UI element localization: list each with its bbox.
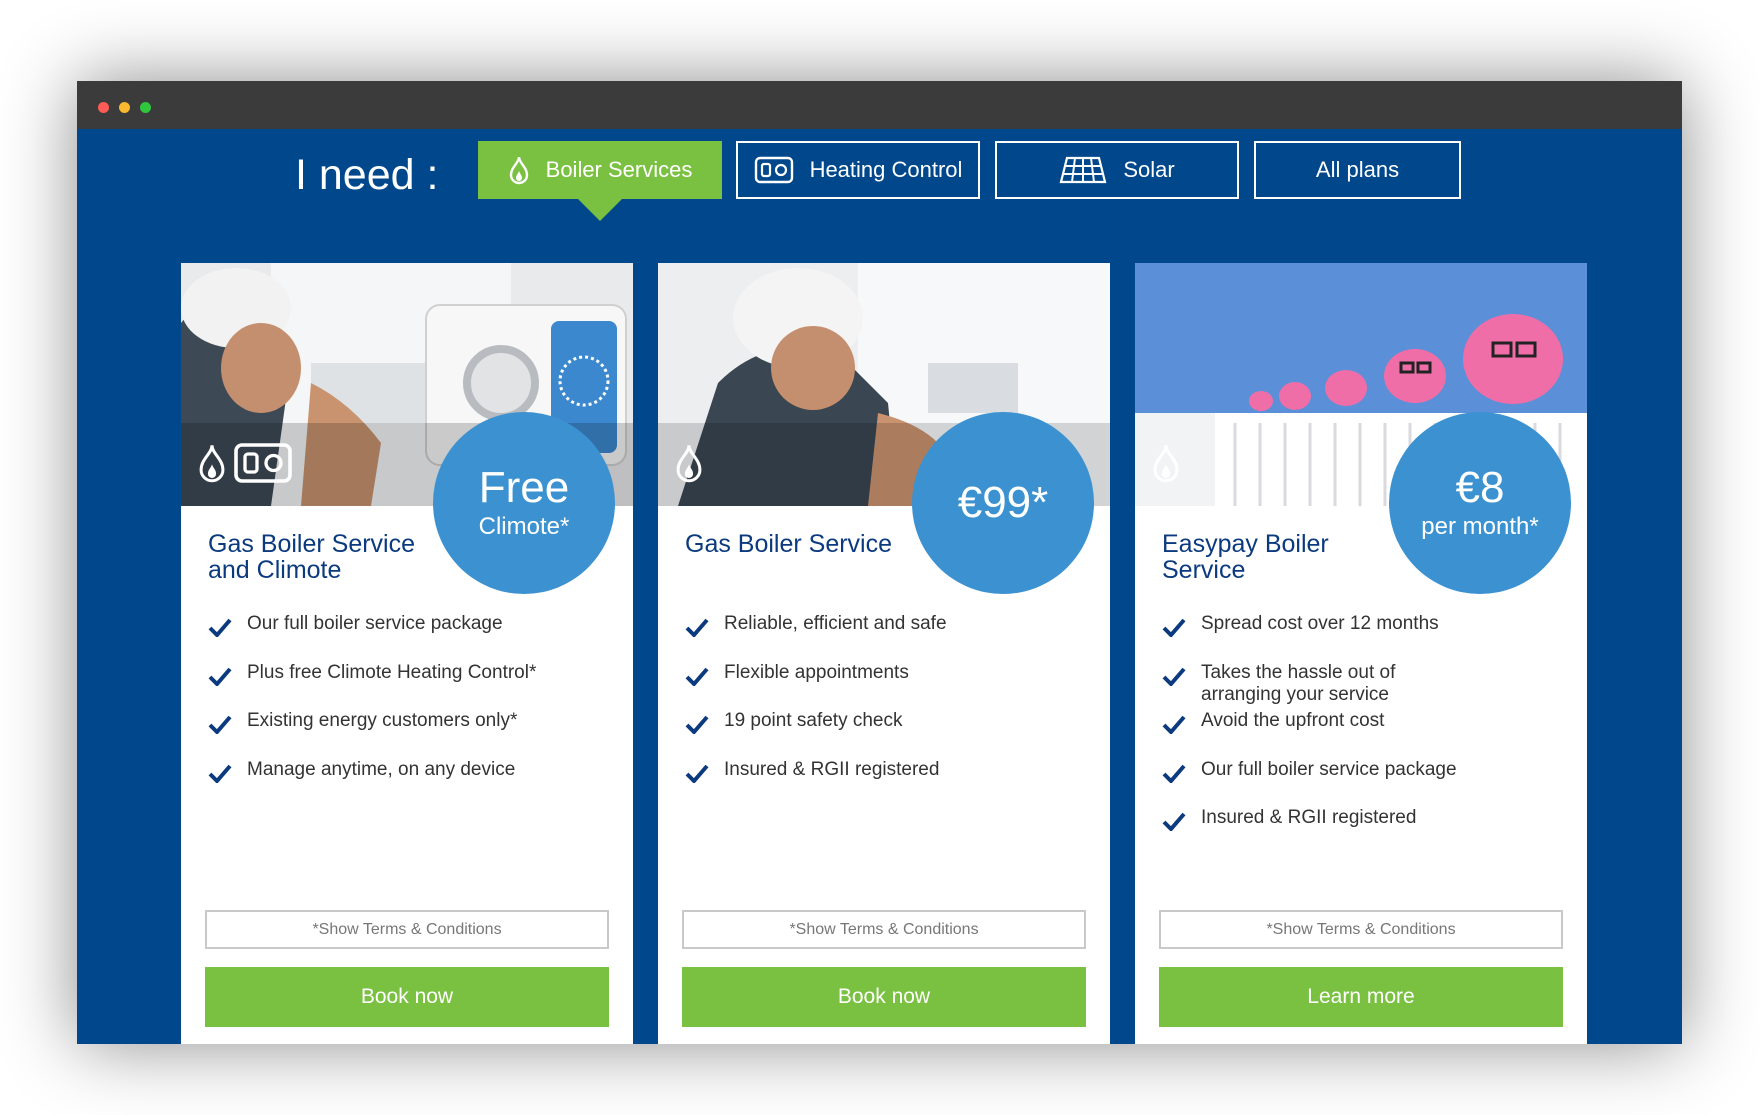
book-now-button[interactable]: Book now — [205, 967, 609, 1027]
solar-panel-icon — [1059, 156, 1107, 184]
checkmark-icon — [208, 617, 232, 643]
checkmark-icon — [685, 714, 709, 740]
card-title: Easypay Boiler Service — [1162, 530, 1329, 584]
minimize-window-dot[interactable] — [119, 102, 130, 113]
tab-solar[interactable]: Solar — [995, 141, 1239, 199]
thermostat-control-icon — [233, 441, 293, 485]
price-sub: per month* — [1421, 513, 1539, 540]
feature-item: Our full boiler service package — [208, 613, 608, 662]
feature-item: Insured & RGII registered — [685, 759, 1085, 808]
window-titlebar — [77, 81, 1682, 129]
card-icons — [197, 441, 293, 485]
feature-label: Plus free Climote Heating Control* — [247, 661, 537, 683]
checkmark-icon — [1162, 666, 1186, 692]
tab-label: Heating Control — [809, 157, 963, 182]
show-terms-button[interactable]: *Show Terms & Conditions — [205, 910, 609, 949]
feature-list: Spread cost over 12 months Takes the has… — [1162, 613, 1562, 856]
flame-icon — [197, 441, 227, 485]
plan-card: Free Climote* Gas Boiler Service and Cli… — [181, 263, 633, 1044]
feature-label: Reliable, efficient and safe — [724, 613, 947, 634]
flame-icon — [1151, 441, 1181, 485]
card-title: Gas Boiler Service and Climote — [208, 530, 416, 584]
checkmark-icon — [1162, 811, 1186, 837]
tab-boiler-services[interactable]: Boiler Services — [478, 141, 722, 221]
feature-item: Our full boiler service package — [1162, 759, 1562, 808]
checkmark-icon — [208, 763, 232, 789]
price-main: €8 — [1455, 463, 1505, 512]
feature-item: Insured & RGII registered — [1162, 807, 1562, 856]
checkmark-icon — [208, 666, 232, 692]
feature-item: Avoid the upfront cost — [1162, 710, 1562, 759]
feature-label: Our full boiler service package — [247, 613, 503, 634]
feature-item: 19 point safety check — [685, 710, 1085, 759]
feature-label: Existing energy customers only* — [247, 710, 518, 731]
feature-label: Manage anytime, on any device — [247, 758, 516, 780]
checkmark-icon — [208, 714, 232, 740]
plan-card: €99* Gas Boiler Service Reliable, effici… — [658, 263, 1110, 1044]
maximize-window-dot[interactable] — [140, 102, 151, 113]
feature-label: Spread cost over 12 months — [1201, 613, 1439, 634]
price-badge: Free Climote* — [433, 412, 615, 594]
checkmark-icon — [1162, 617, 1186, 643]
i-need-label: I need : — [295, 151, 439, 199]
flame-icon — [674, 441, 704, 485]
checkmark-icon — [685, 763, 709, 789]
card-icons — [674, 441, 704, 485]
tab-label: Boiler Services — [545, 157, 693, 182]
tab-label: Solar — [1123, 157, 1175, 182]
book-now-button[interactable]: Book now — [682, 967, 1086, 1027]
price-sub: Climote* — [478, 513, 570, 540]
browser-window: I need : Boiler Services Heating Control… — [77, 81, 1682, 1044]
active-tab-pointer — [576, 197, 624, 221]
feature-item: Plus free Climote Heating Control* — [208, 662, 608, 711]
feature-item: Takes the hassle out of arranging your s… — [1162, 662, 1562, 711]
price-badge: €99* — [912, 412, 1094, 594]
feature-label: Avoid the upfront cost — [1201, 710, 1385, 731]
feature-label: 19 point safety check — [724, 710, 903, 731]
feature-item: Reliable, efficient and safe — [685, 613, 1085, 662]
feature-item: Existing energy customers only* — [208, 710, 608, 759]
price-main: €99* — [957, 478, 1049, 527]
card-icons — [1151, 441, 1181, 485]
feature-item: Flexible appointments — [685, 662, 1085, 711]
feature-list: Reliable, efficient and safe Flexible ap… — [685, 613, 1085, 807]
feature-label: Insured & RGII registered — [724, 758, 940, 780]
price-main: Free — [478, 463, 570, 512]
checkmark-icon — [1162, 763, 1186, 789]
show-terms-button[interactable]: *Show Terms & Conditions — [682, 910, 1086, 949]
tab-heating-control[interactable]: Heating Control — [736, 141, 980, 199]
flame-icon — [508, 155, 530, 185]
checkmark-icon — [685, 666, 709, 692]
show-terms-button[interactable]: *Show Terms & Conditions — [1159, 910, 1563, 949]
feature-item: Spread cost over 12 months — [1162, 613, 1562, 662]
checkmark-icon — [685, 617, 709, 643]
card-title: Gas Boiler Service — [685, 530, 893, 558]
tab-label: All plans — [1315, 157, 1400, 182]
close-window-dot[interactable] — [98, 102, 109, 113]
price-badge: €8 per month* — [1389, 412, 1571, 594]
learn-more-button[interactable]: Learn more — [1159, 967, 1563, 1027]
plan-card: €8 per month* Easypay Boiler Service Spr… — [1135, 263, 1587, 1044]
feature-label: Takes the hassle out of arranging your s… — [1201, 661, 1396, 705]
feature-label: Insured & RGII registered — [1201, 807, 1417, 828]
feature-label: Flexible appointments — [724, 661, 909, 683]
feature-label: Our full boiler service package — [1201, 758, 1457, 780]
feature-list: Our full boiler service package Plus fre… — [208, 613, 608, 807]
thermostat-control-icon — [754, 156, 794, 184]
tab-all-plans[interactable]: All plans — [1254, 141, 1461, 199]
checkmark-icon — [1162, 714, 1186, 740]
feature-item: Manage anytime, on any device — [208, 759, 608, 808]
